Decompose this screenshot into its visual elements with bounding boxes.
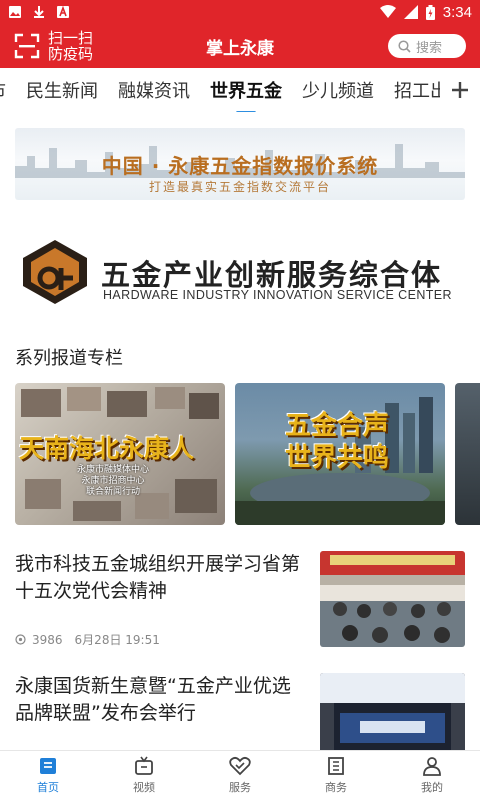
scan-label: 扫一扫 <box>48 29 94 47</box>
series-credits: 永康市融媒体中心 永康市招商中心 联合新闻行动 <box>77 465 149 498</box>
nav-profile[interactable]: 我的 <box>384 751 480 800</box>
building-icon <box>328 757 344 775</box>
download-icon <box>34 6 44 18</box>
search-placeholder: 搜索 <box>416 40 443 56</box>
tab-livelihood-news[interactable]: 民生新闻 <box>26 77 98 103</box>
news-title: 我市科技五金城组织开展学习省第十五次党代会精神 <box>15 553 301 602</box>
clock: 3:34 <box>442 3 472 21</box>
scan-button[interactable]: 扫一扫 防疫码 <box>0 30 93 62</box>
tab-world-hardware[interactable]: 世界五金 <box>210 77 282 103</box>
nav-service[interactable]: 服务 <box>192 751 288 800</box>
nav-home[interactable]: 首页 <box>0 751 96 800</box>
search-icon <box>398 39 411 53</box>
add-channel-button[interactable] <box>440 68 480 112</box>
tv-icon <box>135 756 153 775</box>
app-notification-icon <box>57 5 69 18</box>
event-photo <box>320 673 465 753</box>
nav-label: 商务 <box>325 781 347 794</box>
tab-kids-channel[interactable]: 少儿频道 <box>302 77 374 103</box>
news-item[interactable]: 永康国货新生意暨“五金产业优选品牌联盟”发布会举行 <box>15 673 465 753</box>
user-icon <box>423 757 441 776</box>
series-carousel: 天南海北永康人 永康市融媒体中心 永康市招商中心 联合新闻行动 五金合声 世界共… <box>15 383 480 525</box>
battery-icon <box>425 4 435 20</box>
nav-label: 我的 <box>421 781 443 794</box>
series-card[interactable]: 天南海北永康人 永康市融媒体中心 永康市招商中心 联合新闻行动 <box>15 383 225 525</box>
series-card[interactable]: 五金合声 世界共鸣 <box>235 383 445 525</box>
search-input[interactable]: 搜索 <box>388 34 466 58</box>
nav-business[interactable]: 商务 <box>288 751 384 800</box>
publish-date: 6月28日 19:51 <box>74 633 160 647</box>
scan-icon <box>14 33 40 59</box>
banner-title: 中国 · 永康五金指数报价系统 <box>101 154 379 178</box>
news-item[interactable]: 我市科技五金城组织开展学习省第十五次党代会精神 3986 6月28日 19:51 <box>15 551 465 651</box>
bottom-nav: 首页 视频 服务 商务 我的 <box>0 750 480 800</box>
nav-label: 首页 <box>37 781 59 794</box>
channel-tabs: 市 民生新闻 融媒资讯 世界五金 少儿频道 招工出租 <box>0 68 480 112</box>
status-bar: 3:34 <box>0 0 480 24</box>
home-icon <box>40 758 56 774</box>
banner-subtitle: HARDWARE INDUSTRY INNOVATION SERVICE CEN… <box>103 288 452 302</box>
meeting-photo <box>320 551 465 647</box>
credit-line: 联合新闻行动 <box>86 487 141 497</box>
index-price-banner[interactable]: 中国 · 永康五金指数报价系统 打造最真实五金指数交流平台 <box>15 128 465 200</box>
news-meta: 3986 6月28日 19:51 <box>15 631 160 648</box>
banner-subtitle: 打造最真实五金指数交流平台 <box>148 180 331 194</box>
series-subtitle: 世界共鸣 <box>285 443 390 473</box>
news-thumbnail <box>320 673 465 753</box>
image-icon <box>9 6 21 18</box>
nav-video[interactable]: 视频 <box>96 751 192 800</box>
news-thumbnail <box>320 551 465 647</box>
credit-line: 永康市招商中心 <box>81 476 145 486</box>
hardware-logo-icon <box>23 240 87 304</box>
innovation-center-banner[interactable]: 五金产业创新服务综合体 HARDWARE INDUSTRY INNOVATION… <box>15 224 465 320</box>
heart-icon <box>229 756 251 776</box>
series-card-partial[interactable] <box>455 383 480 525</box>
app-header: 扫一扫 防疫码 掌上永康 搜索 <box>0 24 480 68</box>
plus-icon <box>452 82 468 98</box>
credit-line: 永康市融媒体中心 <box>77 465 150 475</box>
series-title: 天南海北永康人 <box>19 434 195 463</box>
wifi-icon <box>379 5 396 18</box>
section-title: 系列报道专栏 <box>15 348 123 369</box>
view-count: 3986 <box>32 632 63 647</box>
news-title: 永康国货新生意暨“五金产业优选品牌联盟”发布会举行 <box>15 675 291 724</box>
views-icon <box>15 634 26 645</box>
tab-media-info[interactable]: 融媒资讯 <box>118 77 190 103</box>
nav-label: 服务 <box>229 781 251 794</box>
health-code-label: 防疫码 <box>48 45 94 63</box>
signal-icon <box>403 5 418 19</box>
tab-partial[interactable]: 市 <box>0 77 6 103</box>
nav-label: 视频 <box>133 781 155 794</box>
